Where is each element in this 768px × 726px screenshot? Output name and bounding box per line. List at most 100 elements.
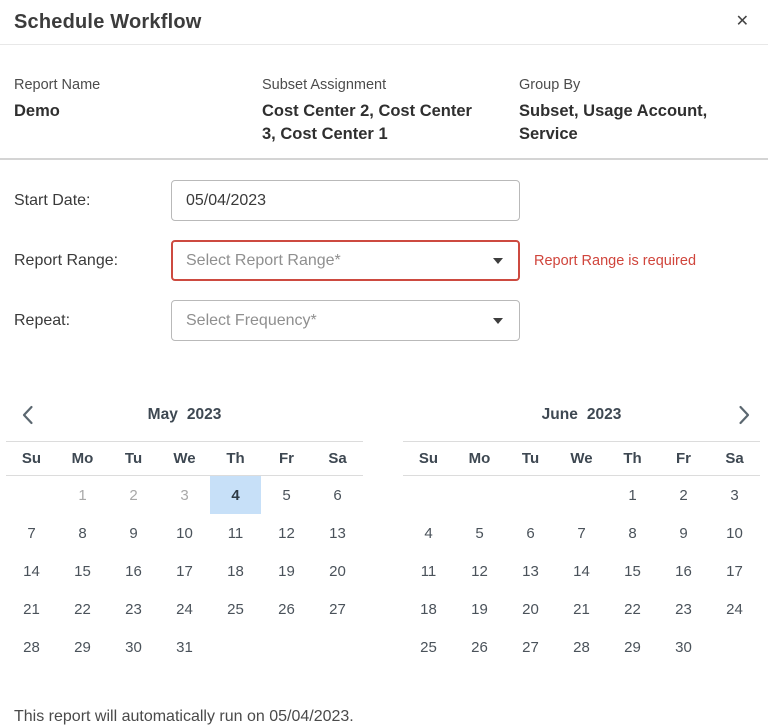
calendar-day[interactable]: 23	[658, 590, 709, 628]
calendar-day[interactable]: 31	[159, 628, 210, 666]
calendar-day[interactable]: 5	[261, 476, 312, 514]
calendar-day-empty	[505, 476, 556, 514]
calendar-day[interactable]: 9	[108, 514, 159, 552]
calendar-day: 1	[57, 476, 108, 514]
calendar-day-grid: 1234567891011121314151617181920212223242…	[403, 476, 760, 666]
calendar-day[interactable]: 21	[6, 590, 57, 628]
calendar-day[interactable]: 9	[658, 514, 709, 552]
calendar-day[interactable]: 18	[210, 552, 261, 590]
calendar-day[interactable]: 26	[454, 628, 505, 666]
calendar-day[interactable]: 3	[709, 476, 760, 514]
calendar-day[interactable]: 17	[159, 552, 210, 590]
calendar-day[interactable]: 21	[556, 590, 607, 628]
weekday-label: We	[159, 450, 210, 467]
calendar-day[interactable]: 22	[57, 590, 108, 628]
calendar-day[interactable]: 20	[505, 590, 556, 628]
summary-group-by: Group By Subset, Usage Account, Service	[519, 77, 754, 146]
close-icon[interactable]: ✕	[734, 12, 751, 32]
calendar-day[interactable]: 14	[556, 552, 607, 590]
calendar-day[interactable]: 22	[607, 590, 658, 628]
calendar-day-empty	[261, 628, 312, 666]
next-month-button[interactable]	[736, 404, 752, 426]
calendar-june-header: June 2023	[403, 389, 760, 442]
chevron-down-icon	[493, 318, 503, 324]
calendar-day[interactable]: 29	[607, 628, 658, 666]
report-range-select[interactable]: Select Report Range*	[171, 240, 520, 281]
calendar-day[interactable]: 26	[261, 590, 312, 628]
month-year: 2023	[187, 406, 221, 424]
calendar-day[interactable]: 2	[658, 476, 709, 514]
calendar-may-header: May 2023	[6, 389, 363, 442]
calendar-day[interactable]: 19	[454, 590, 505, 628]
weekday-label: Th	[607, 450, 658, 467]
calendar-day[interactable]: 11	[403, 552, 454, 590]
calendar-day[interactable]: 24	[159, 590, 210, 628]
calendar-day[interactable]: 28	[6, 628, 57, 666]
calendar-day[interactable]: 12	[454, 552, 505, 590]
report-name-value: Demo	[14, 100, 262, 123]
calendar-day[interactable]: 29	[57, 628, 108, 666]
chevron-left-icon	[20, 404, 36, 426]
calendar-day[interactable]: 25	[210, 590, 261, 628]
calendar-day[interactable]: 23	[108, 590, 159, 628]
weekday-label: Su	[403, 450, 454, 467]
calendar-day: 3	[159, 476, 210, 514]
calendar-may: May 2023 SuMoTuWeThFrSa 1234567891011121…	[6, 389, 363, 666]
start-date-input[interactable]	[171, 180, 520, 221]
calendar-day[interactable]: 17	[709, 552, 760, 590]
weekday-label: Su	[6, 450, 57, 467]
repeat-row: Repeat: Select Frequency*	[14, 300, 754, 341]
calendar-day[interactable]: 12	[261, 514, 312, 552]
calendar-day[interactable]: 27	[505, 628, 556, 666]
calendar-day[interactable]: 30	[108, 628, 159, 666]
calendar-day[interactable]: 24	[709, 590, 760, 628]
month-year: 2023	[587, 406, 621, 424]
calendar-day[interactable]: 7	[556, 514, 607, 552]
calendar-day[interactable]: 15	[607, 552, 658, 590]
calendar-day[interactable]: 30	[658, 628, 709, 666]
calendar-day[interactable]: 10	[709, 514, 760, 552]
calendar-day[interactable]: 1	[607, 476, 658, 514]
calendar-day[interactable]: 20	[312, 552, 363, 590]
calendar-day[interactable]: 13	[505, 552, 556, 590]
prev-month-button[interactable]	[20, 404, 36, 426]
report-name-label: Report Name	[14, 77, 262, 93]
calendar-day[interactable]: 11	[210, 514, 261, 552]
calendar-day[interactable]: 28	[556, 628, 607, 666]
calendar-day[interactable]: 27	[312, 590, 363, 628]
calendar-day[interactable]: 5	[454, 514, 505, 552]
calendar-day[interactable]: 10	[159, 514, 210, 552]
calendar-day[interactable]: 8	[57, 514, 108, 552]
dialog-title: Schedule Workflow	[14, 11, 202, 34]
repeat-placeholder: Select Frequency*	[186, 312, 317, 330]
calendar-day-selected[interactable]: 4	[210, 476, 261, 514]
weekday-header: SuMoTuWeThFrSa	[6, 442, 363, 476]
calendar-day[interactable]: 4	[403, 514, 454, 552]
month-name: June	[542, 406, 578, 424]
calendar-day[interactable]: 25	[403, 628, 454, 666]
repeat-select[interactable]: Select Frequency*	[171, 300, 520, 341]
calendar-day[interactable]: 13	[312, 514, 363, 552]
summary-subset-assignment: Subset Assignment Cost Center 2, Cost Ce…	[262, 77, 519, 146]
report-range-label: Report Range:	[14, 252, 171, 270]
calendar-day-empty	[403, 476, 454, 514]
subset-assignment-value: Cost Center 2, Cost Center 3, Cost Cente…	[262, 100, 490, 146]
calendar-day[interactable]: 6	[505, 514, 556, 552]
calendar-day[interactable]: 15	[57, 552, 108, 590]
calendar-day[interactable]: 7	[6, 514, 57, 552]
calendar-day[interactable]: 16	[108, 552, 159, 590]
weekday-label: Mo	[57, 450, 108, 467]
schedule-workflow-dialog: { "dialog": { "title": "Schedule Workflo…	[0, 0, 768, 706]
calendar-day[interactable]: 18	[403, 590, 454, 628]
calendar-day[interactable]: 8	[607, 514, 658, 552]
date-picker: May 2023 SuMoTuWeThFrSa 1234567891011121…	[0, 360, 768, 666]
calendar-day[interactable]: 19	[261, 552, 312, 590]
calendar-day[interactable]: 6	[312, 476, 363, 514]
month-name: May	[148, 406, 178, 424]
chevron-down-icon	[493, 258, 503, 264]
calendar-day[interactable]: 14	[6, 552, 57, 590]
calendar-day[interactable]: 16	[658, 552, 709, 590]
weekday-label: Fr	[658, 450, 709, 467]
calendar-day-empty	[210, 628, 261, 666]
weekday-label: Sa	[709, 450, 760, 467]
